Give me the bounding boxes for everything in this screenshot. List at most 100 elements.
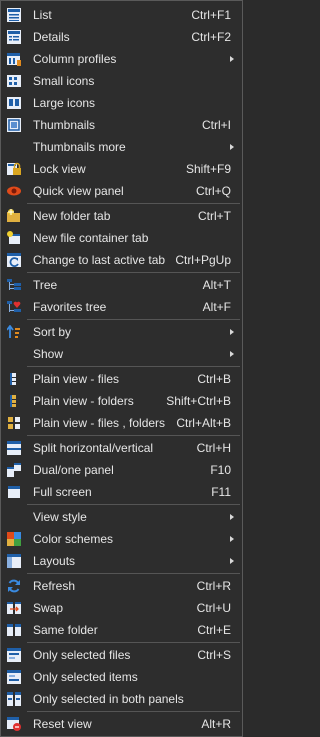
menu-item-thumbnails-more[interactable]: Thumbnails more	[1, 136, 242, 158]
thumbnails-icon	[7, 118, 21, 132]
menu-item-plain-view-files-folders[interactable]: Plain view - files , folders Ctrl+Alt+B	[1, 412, 242, 434]
submenu-arrow-icon	[230, 329, 234, 335]
menu-item-split-horizontal-vertical[interactable]: Split horizontal/vertical Ctrl+H	[1, 437, 242, 459]
menu-item-plain-view-files[interactable]: Plain view - files Ctrl+B	[1, 368, 242, 390]
refresh-icon	[7, 579, 21, 593]
menu-item-layouts[interactable]: Layouts	[1, 550, 242, 572]
menu-item-label: Full screen	[33, 485, 92, 499]
menu-item-shortcut: Ctrl+Q	[195, 184, 231, 198]
menu-item-label: Only selected in both panels	[33, 692, 184, 706]
menu-item-label: New folder tab	[33, 209, 111, 223]
menu-item-sort-by[interactable]: Sort by	[1, 321, 242, 343]
menu-item-show[interactable]: Show	[1, 343, 242, 365]
menu-item-label: View style	[33, 510, 87, 524]
split-icon	[7, 441, 21, 455]
menu-item-favorites-tree[interactable]: Favorites tree Alt+F	[1, 296, 242, 318]
menu-separator	[27, 504, 240, 505]
menu-item-shortcut: Ctrl+I	[201, 118, 231, 132]
menu-item-label: Column profiles	[33, 52, 117, 66]
menu-item-shortcut: Ctrl+Alt+B	[176, 416, 231, 430]
menu-item-reset-view[interactable]: Reset view Alt+R	[1, 713, 242, 735]
menu-separator	[27, 366, 240, 367]
menu-item-only-selected-files[interactable]: Only selected files Ctrl+S	[1, 644, 242, 666]
color-schemes-icon	[7, 532, 21, 546]
list-view-icon	[7, 8, 21, 22]
menu-item-column-profiles[interactable]: Column profiles	[1, 48, 242, 70]
submenu-arrow-icon	[230, 514, 234, 520]
reset-view-icon	[7, 717, 21, 731]
menu-item-label: Details	[33, 30, 70, 44]
full-screen-icon	[7, 485, 21, 499]
menu-item-label: Same folder	[33, 623, 98, 637]
menu-item-large-icons[interactable]: Large icons	[1, 92, 242, 114]
submenu-arrow-icon	[230, 558, 234, 564]
only-selected-files-icon	[7, 648, 21, 662]
same-folder-icon	[7, 623, 21, 637]
menu-item-tree[interactable]: Tree Alt+T	[1, 274, 242, 296]
menu-separator	[27, 272, 240, 273]
menu-item-view-style[interactable]: View style	[1, 506, 242, 528]
menu-item-label: Small icons	[33, 74, 95, 88]
menu-separator	[27, 203, 240, 204]
menu-item-shortcut: Ctrl+T	[198, 209, 231, 223]
menu-item-only-selected-in-both-panels[interactable]: Only selected in both panels	[1, 688, 242, 710]
menu-item-label: New file container tab	[33, 231, 149, 245]
menu-item-same-folder[interactable]: Same folder Ctrl+E	[1, 619, 242, 641]
menu-item-label: Change to last active tab	[33, 253, 166, 267]
menu-item-label: Dual/one panel	[33, 463, 114, 477]
menu-item-label: Thumbnails	[33, 118, 96, 132]
menu-item-quick-view-panel[interactable]: Quick view panel Ctrl+Q	[1, 180, 242, 202]
menu-item-label: Thumbnails more	[33, 140, 126, 154]
menu-item-shortcut: Alt+R	[201, 717, 231, 731]
menu-item-color-schemes[interactable]: Color schemes	[1, 528, 242, 550]
menu-item-new-file-container-tab[interactable]: New file container tab	[1, 227, 242, 249]
layouts-icon	[7, 554, 21, 568]
menu-item-label: Large icons	[33, 96, 96, 110]
menu-item-label: Plain view - folders	[33, 394, 134, 408]
only-selected-both-icon	[7, 692, 21, 706]
menu-item-label: Plain view - files , folders	[33, 416, 166, 430]
menu-item-shortcut: Ctrl+PgUp	[175, 253, 231, 267]
menu-separator	[27, 711, 240, 712]
menu-item-shortcut: Alt+F	[202, 300, 231, 314]
tree-icon	[7, 278, 21, 292]
menu-item-dual-one-panel[interactable]: Dual/one panel F10	[1, 459, 242, 481]
menu-separator	[27, 319, 240, 320]
menu-item-new-folder-tab[interactable]: New folder tab Ctrl+T	[1, 205, 242, 227]
small-icons-icon	[7, 74, 21, 88]
menu-item-label: Refresh	[33, 579, 76, 593]
menu-item-thumbnails[interactable]: Thumbnails Ctrl+I	[1, 114, 242, 136]
menu-item-label: Reset view	[33, 717, 92, 731]
menu-item-full-screen[interactable]: Full screen F11	[1, 481, 242, 503]
menu-item-lock-view[interactable]: Lock view Shift+F9	[1, 158, 242, 180]
menu-item-label: Tree	[33, 278, 58, 292]
menu-item-plain-view-folders[interactable]: Plain view - folders Shift+Ctrl+B	[1, 390, 242, 412]
menu-item-label: Favorites tree	[33, 300, 107, 314]
menu-item-label: Swap	[33, 601, 64, 615]
details-view-icon	[7, 30, 21, 44]
menu-item-label: Quick view panel	[33, 184, 124, 198]
menu-item-label: Plain view - files	[33, 372, 120, 386]
favorites-tree-icon	[7, 300, 21, 314]
menu-item-refresh[interactable]: Refresh Ctrl+R	[1, 575, 242, 597]
dual-panel-icon	[7, 463, 21, 477]
submenu-arrow-icon	[230, 536, 234, 542]
last-tab-icon	[7, 253, 21, 267]
menu-item-shortcut: Alt+T	[202, 278, 231, 292]
plain-view-files-folders-icon	[7, 416, 21, 430]
swap-icon	[7, 601, 21, 615]
menu-item-shortcut: Ctrl+R	[196, 579, 231, 593]
menu-item-only-selected-items[interactable]: Only selected items	[1, 666, 242, 688]
menu-item-list[interactable]: List Ctrl+F1	[1, 4, 242, 26]
menu-item-label: List	[33, 8, 52, 22]
menu-item-change-to-last-active-tab[interactable]: Change to last active tab Ctrl+PgUp	[1, 249, 242, 271]
menu-item-label: Only selected files	[33, 648, 131, 662]
menu-separator	[27, 435, 240, 436]
menu-item-swap[interactable]: Swap Ctrl+U	[1, 597, 242, 619]
menu-item-shortcut: Ctrl+U	[196, 601, 231, 615]
sort-icon	[6, 324, 21, 339]
menu-item-details[interactable]: Details Ctrl+F2	[1, 26, 242, 48]
menu-item-small-icons[interactable]: Small icons	[1, 70, 242, 92]
column-profiles-icon	[7, 52, 21, 66]
submenu-arrow-icon	[230, 144, 234, 150]
